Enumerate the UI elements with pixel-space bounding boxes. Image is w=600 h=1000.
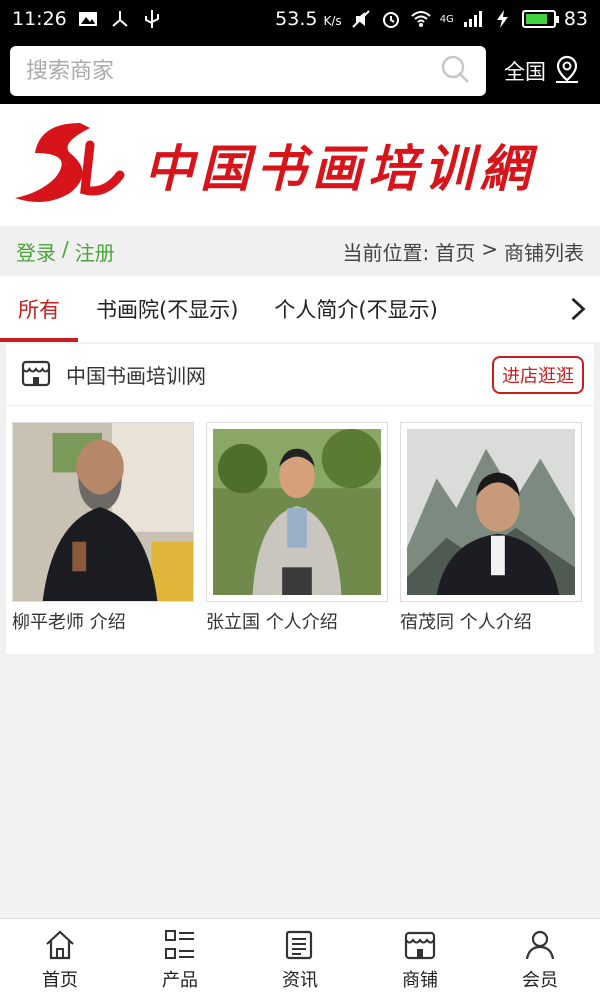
location-label: 当前位置: bbox=[342, 240, 430, 265]
region-label: 全国 bbox=[504, 60, 546, 84]
network-type: 4G bbox=[439, 13, 454, 25]
auth-separator: / bbox=[62, 236, 69, 261]
image-icon bbox=[77, 8, 99, 30]
nav-home[interactable]: 首页 bbox=[0, 919, 120, 1000]
shop-card: 中国书画培训网 进店逛逛 柳平老师 介绍 张立国 个人介绍 宿茂同 个人介绍 bbox=[6, 344, 594, 654]
battery-percent: 83 bbox=[563, 8, 588, 30]
news-icon bbox=[285, 930, 313, 959]
search-input[interactable] bbox=[26, 58, 440, 84]
battery-icon bbox=[521, 10, 559, 28]
chevron-right-icon[interactable] bbox=[556, 276, 600, 342]
register-link[interactable]: 注册 bbox=[75, 237, 115, 266]
nav-label: 会员 bbox=[522, 969, 558, 991]
shop-name[interactable]: 中国书画培训网 bbox=[66, 360, 206, 389]
bottom-nav: 首页 产品 资讯 商铺 会员 bbox=[0, 918, 600, 1000]
breadcrumb-row: 登录 / 注册 当前位置: 首页 > 商铺列表 bbox=[0, 226, 600, 276]
site-logo: SL bbox=[15, 123, 125, 202]
store-icon bbox=[404, 931, 436, 959]
nav-label: 首页 bbox=[42, 969, 78, 991]
list-item[interactable]: 张立国 个人介绍 bbox=[206, 422, 388, 634]
nav-label: 商铺 bbox=[402, 969, 438, 991]
search-icon[interactable] bbox=[440, 54, 470, 88]
usb-icon bbox=[141, 8, 163, 30]
site-title: 中国书画培训網 bbox=[144, 139, 536, 198]
list-item[interactable]: 柳平老师 介绍 bbox=[12, 422, 194, 634]
status-time: 11:26 bbox=[12, 8, 67, 30]
breadcrumb-home[interactable]: 首页 bbox=[435, 237, 475, 266]
list-item[interactable]: 宿茂同 个人介绍 bbox=[400, 422, 582, 634]
site-banner: SL 中国书画培训網 bbox=[0, 104, 600, 226]
nav-stores[interactable]: 商铺 bbox=[360, 919, 480, 1000]
category-tabs: 所有 书画院(不显示) 个人简介(不显示) bbox=[0, 276, 600, 342]
tab-all[interactable]: 所有 bbox=[0, 276, 78, 342]
search-box bbox=[10, 46, 486, 96]
location-pin-icon bbox=[552, 54, 582, 89]
teacher-photo[interactable] bbox=[400, 422, 582, 602]
teacher-photo[interactable] bbox=[206, 422, 388, 602]
breadcrumb: 当前位置: 首页 > 商铺列表 bbox=[342, 237, 584, 266]
item-caption[interactable]: 宿茂同 个人介绍 bbox=[400, 608, 582, 634]
charging-icon bbox=[492, 8, 514, 30]
nav-products[interactable]: 产品 bbox=[120, 919, 240, 1000]
signal-icon bbox=[462, 8, 484, 30]
user-icon bbox=[525, 930, 555, 959]
nav-member[interactable]: 会员 bbox=[480, 919, 600, 1000]
status-bar: 11:26 53.5 K/s 4G 83 bbox=[0, 0, 600, 38]
search-header: 全国 bbox=[0, 38, 600, 104]
item-caption[interactable]: 柳平老师 介绍 bbox=[12, 608, 194, 634]
region-selector[interactable]: 全国 bbox=[504, 54, 582, 89]
mute-icon bbox=[350, 8, 372, 30]
item-caption[interactable]: 张立国 个人介绍 bbox=[206, 608, 388, 634]
store-icon bbox=[20, 357, 52, 393]
nav-label: 产品 bbox=[162, 969, 198, 991]
share-icon bbox=[109, 8, 131, 30]
nav-news[interactable]: 资讯 bbox=[240, 919, 360, 1000]
tab-profile[interactable]: 个人简介(不显示) bbox=[256, 276, 455, 342]
shop-items: 柳平老师 介绍 张立国 个人介绍 宿茂同 个人介绍 bbox=[6, 406, 594, 634]
network-speed: 53.5 K/s bbox=[275, 8, 342, 30]
shop-header: 中国书画培训网 进店逛逛 bbox=[6, 344, 594, 406]
login-link[interactable]: 登录 bbox=[16, 237, 56, 266]
tab-academy[interactable]: 书画院(不显示) bbox=[78, 276, 256, 342]
teacher-photo[interactable] bbox=[12, 422, 194, 602]
nav-label: 资讯 bbox=[282, 969, 318, 991]
alarm-icon bbox=[380, 8, 402, 30]
breadcrumb-arrow: > bbox=[481, 236, 498, 261]
wifi-icon bbox=[410, 8, 432, 30]
home-icon bbox=[46, 930, 74, 959]
auth-links: 登录 / 注册 bbox=[16, 237, 115, 266]
breadcrumb-current: 商铺列表 bbox=[504, 240, 584, 265]
enter-shop-button[interactable]: 进店逛逛 bbox=[492, 355, 584, 394]
list-icon bbox=[165, 929, 194, 959]
